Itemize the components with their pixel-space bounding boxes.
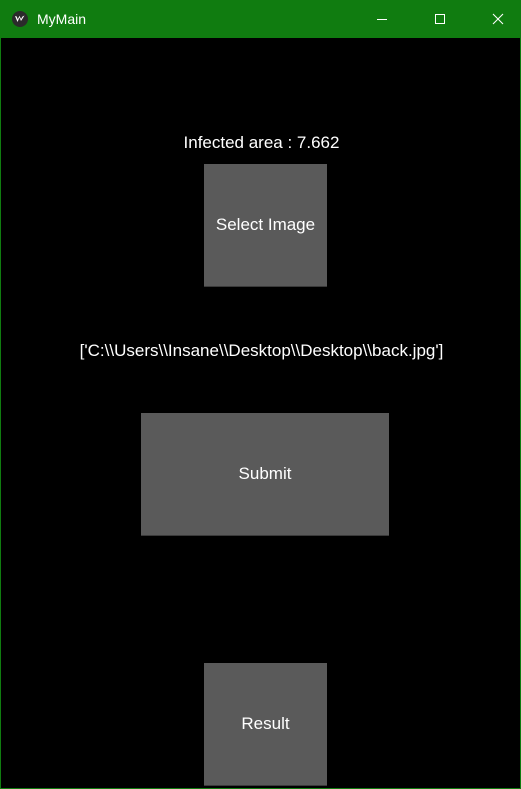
title-bar[interactable]: MyMain [1, 0, 520, 38]
main-content: Infected area : 7.662 Select Image ['C:\… [1, 38, 520, 788]
result-button[interactable]: Result [204, 663, 327, 786]
minimize-icon [376, 13, 388, 25]
submit-button[interactable]: Submit [141, 413, 389, 536]
select-image-label: Select Image [215, 215, 316, 234]
minimize-button[interactable] [353, 0, 411, 38]
kivy-logo-icon [12, 11, 28, 27]
selected-file-path: ['C:\\Users\\Insane\\Desktop\\Desktop\\b… [79, 341, 444, 360]
close-icon [492, 13, 504, 25]
submit-label: Submit [238, 464, 292, 483]
app-window: MyMain Infected area: 7.662 Select Imag… [0, 0, 521, 789]
close-button[interactable] [469, 0, 520, 38]
infected-area-label: Infected area : 7.662 [183, 133, 340, 152]
select-image-button[interactable]: Select Image [204, 164, 327, 287]
maximize-icon [434, 13, 446, 25]
window-title: MyMain [37, 11, 87, 27]
maximize-button[interactable] [411, 0, 469, 38]
result-label: Result [241, 714, 290, 733]
